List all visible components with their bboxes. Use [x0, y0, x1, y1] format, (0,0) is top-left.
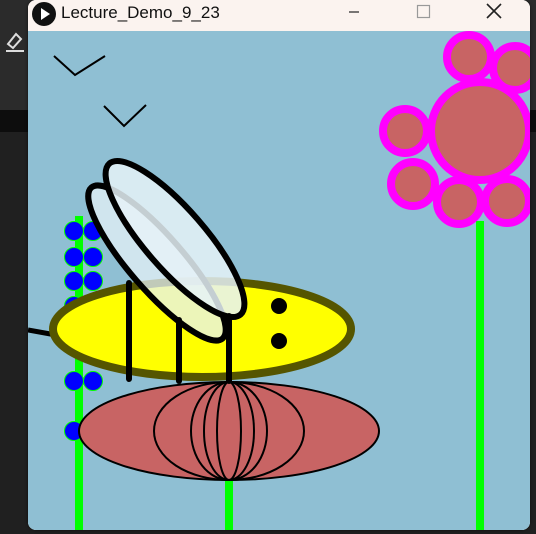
bee-eye-2 — [271, 333, 287, 349]
bee-eye-1 — [271, 298, 287, 314]
play-icon — [32, 2, 56, 26]
maximize-icon — [416, 4, 431, 19]
brush-icon[interactable] — [4, 30, 26, 52]
close-button[interactable] — [470, 0, 516, 31]
sketch-window: Lecture_Demo_9_23 — [28, 0, 530, 530]
title-bar[interactable]: Lecture_Demo_9_23 — [28, 0, 530, 31]
minimize-button[interactable] — [330, 0, 376, 31]
sketch-canvas[interactable] — [28, 31, 530, 530]
maximize-button[interactable] — [400, 0, 446, 31]
window-title: Lecture_Demo_9_23 — [61, 3, 220, 22]
minimize-icon — [349, 11, 359, 13]
center-flower — [78, 381, 380, 481]
pink-flower-stem — [476, 221, 484, 530]
close-icon — [486, 3, 502, 19]
